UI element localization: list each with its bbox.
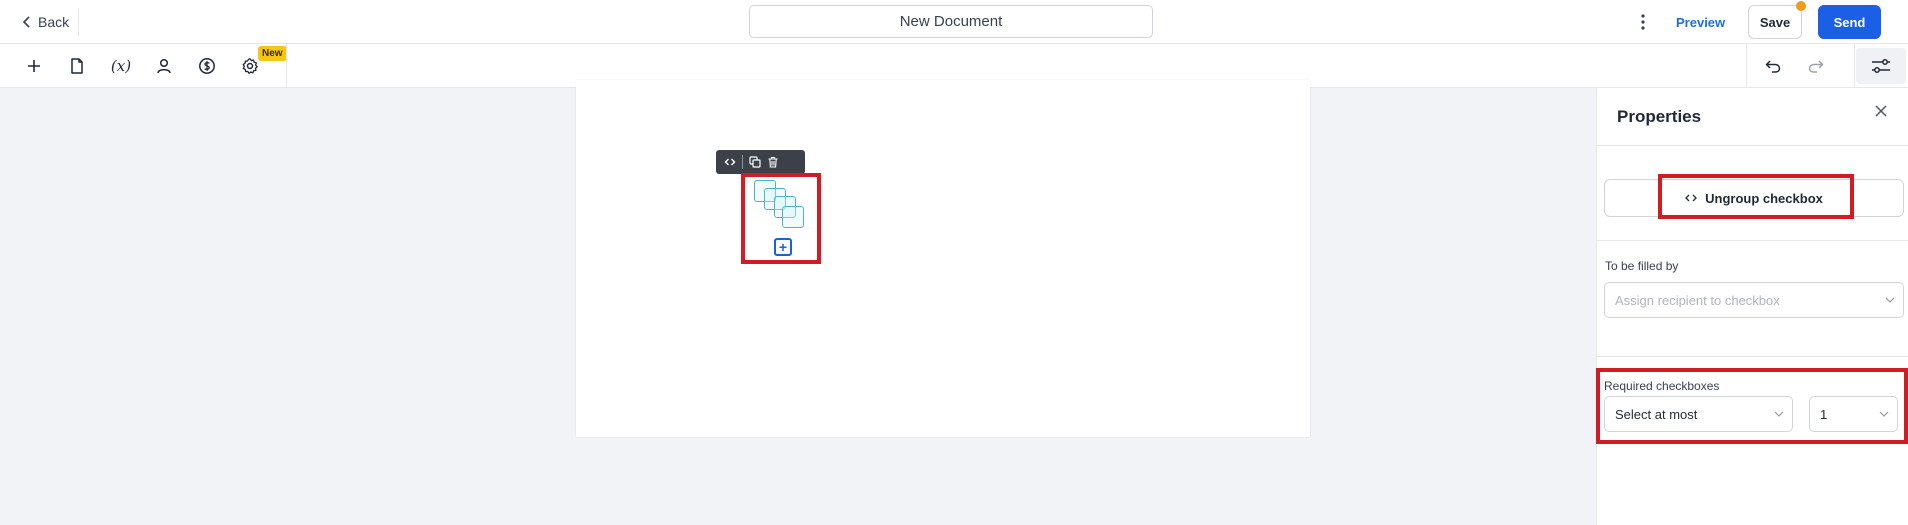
variable-icon[interactable]: (x) (108, 56, 134, 76)
preview-button[interactable]: Preview (1676, 12, 1725, 32)
settings-toggle-icon[interactable] (1856, 48, 1906, 84)
document-page[interactable] (576, 80, 1310, 437)
chevron-left-icon (22, 16, 30, 28)
gear-icon[interactable] (240, 56, 260, 76)
document-icon[interactable] (67, 56, 87, 76)
highlight-box (1658, 174, 1854, 219)
close-icon[interactable] (1874, 104, 1888, 118)
top-bar: Back New Document Preview Save Send (0, 0, 1908, 44)
recipient-placeholder: Assign recipient to checkbox (1615, 292, 1780, 308)
chevron-down-icon (1885, 297, 1895, 303)
save-button[interactable]: Save (1748, 5, 1802, 39)
document-title-input[interactable]: New Document (749, 5, 1153, 38)
back-label: Back (38, 14, 70, 30)
unsaved-indicator (1796, 1, 1806, 11)
delete-icon[interactable] (767, 156, 779, 168)
dollar-icon[interactable] (197, 56, 217, 76)
plus-icon[interactable] (24, 56, 44, 76)
highlight-box (741, 173, 821, 264)
panel-title: Properties (1617, 107, 1702, 126)
user-icon[interactable] (154, 56, 174, 76)
field-toolbar (716, 150, 805, 174)
divider (1597, 356, 1908, 357)
divider (1746, 44, 1747, 88)
new-badge: New (258, 46, 287, 61)
ungroup-icon[interactable] (724, 156, 736, 168)
recipient-select[interactable]: Assign recipient to checkbox (1604, 282, 1904, 318)
divider (1597, 240, 1908, 241)
highlight-box (1596, 368, 1908, 444)
duplicate-icon[interactable] (749, 156, 761, 168)
redo-icon[interactable] (1806, 56, 1826, 76)
divider (1597, 145, 1908, 146)
variable-label: (x) (110, 57, 132, 75)
divider (78, 8, 79, 36)
divider (286, 44, 287, 88)
send-button[interactable]: Send (1818, 5, 1881, 39)
divider (1854, 44, 1855, 88)
back-button[interactable]: Back (22, 12, 69, 32)
divider (742, 155, 743, 169)
filled-by-label: To be filled by (1605, 259, 1679, 273)
more-menu-icon[interactable] (1636, 12, 1650, 32)
undo-icon[interactable] (1763, 56, 1783, 76)
